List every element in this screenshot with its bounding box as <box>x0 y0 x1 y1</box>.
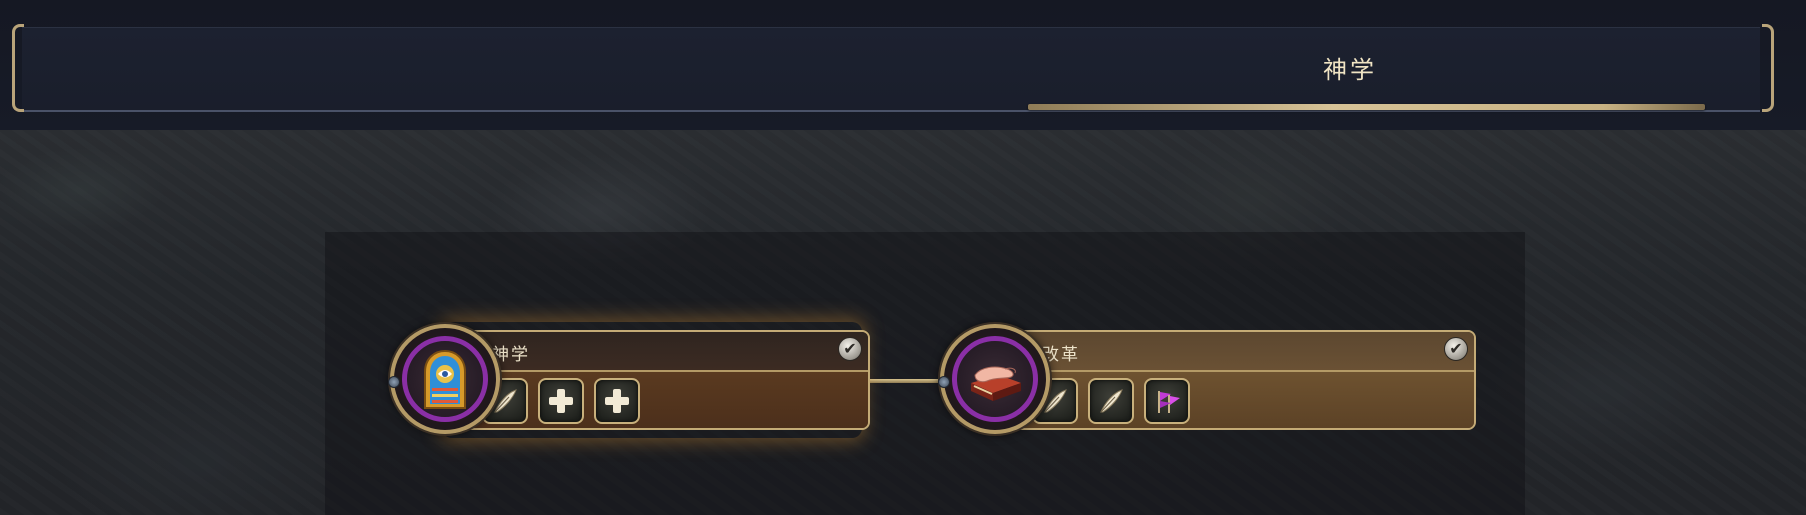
rivet <box>388 376 400 388</box>
completed-check-icon: ✔ <box>838 337 862 361</box>
tree-node-reformation[interactable]: 改革 ✔ <box>938 324 1476 434</box>
node-titlebar: 神学 ✔ <box>452 332 868 372</box>
plus-icon[interactable] <box>594 378 640 424</box>
node-panel: 神学 ✔ <box>450 330 870 430</box>
rivet <box>938 376 950 388</box>
tree-node-theology[interactable]: 神学 ✔ <box>388 324 870 434</box>
header-left-cap <box>12 24 24 112</box>
node-medallion <box>938 324 1050 434</box>
stained-glass-window-icon <box>424 349 466 409</box>
unlock-slots <box>1032 378 1190 424</box>
header-panel <box>22 27 1760 112</box>
completed-check-icon: ✔ <box>1444 337 1468 361</box>
node-icon-frame <box>402 336 488 422</box>
header-active-underline <box>1028 104 1705 110</box>
unlock-slots <box>482 378 640 424</box>
node-titlebar: 改革 ✔ <box>1002 332 1474 372</box>
header-bar: 神学 <box>0 0 1806 130</box>
node-medallion <box>388 324 500 434</box>
node-name: 改革 <box>1042 345 1080 365</box>
purple-flag-icon[interactable] <box>1144 378 1190 424</box>
plus-icon[interactable] <box>538 378 584 424</box>
quill-icon[interactable] <box>1088 378 1134 424</box>
node-icon-frame <box>952 336 1038 422</box>
header-right-cap <box>1762 24 1774 112</box>
hand-on-book-icon <box>971 366 1021 401</box>
node-name: 神学 <box>492 345 530 365</box>
header-title: 神学 <box>1323 56 1377 84</box>
node-panel: 改革 ✔ <box>1000 330 1476 430</box>
